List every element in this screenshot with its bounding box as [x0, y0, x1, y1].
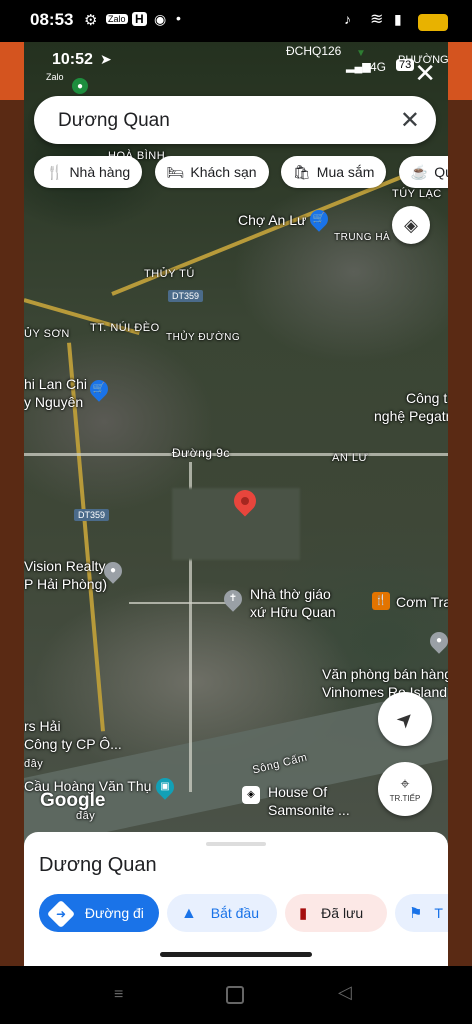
label-cong-ty[interactable]: Công t	[406, 390, 447, 406]
place-title: Dương Quan	[39, 854, 157, 876]
place-pin-icon[interactable]: ●	[100, 558, 126, 584]
shopping-pin-icon[interactable]: 🛒	[306, 206, 332, 232]
route-badge-dt359-south: DT359	[74, 509, 110, 521]
route-start-icon: ●	[72, 78, 88, 94]
search-bar[interactable]: Dương Quan ✕	[34, 96, 436, 144]
close-icon[interactable]: ✕	[414, 58, 436, 89]
back-icon[interactable]: ◁	[338, 982, 352, 1003]
label-cong-ty-cp[interactable]: Công ty CP Ô...	[24, 736, 122, 752]
restaurant-pin-icon[interactable]: 🍴	[372, 592, 390, 610]
wifi-icon: ≋	[370, 11, 384, 28]
inner-signal-icon: ▂▄▆	[346, 61, 371, 73]
road-duong-9c	[24, 453, 448, 456]
clear-search-icon[interactable]: ✕	[400, 106, 420, 135]
label-thuy-duong: THỦY ĐƯỜNG	[166, 332, 241, 343]
inner-status-time: 10:52	[52, 51, 93, 68]
live-view-label: TR.TIẾP	[389, 793, 421, 803]
flag-icon: ⚑	[409, 905, 423, 922]
road-n2	[129, 602, 239, 604]
signal-icon: ▮	[394, 11, 402, 27]
label-duong-9c: Đường 9c	[172, 446, 230, 460]
chip-cafe[interactable]: ☕Quán	[398, 156, 448, 188]
my-location-button[interactable]: ➤	[378, 692, 432, 746]
chip-hotels[interactable]: 🛏 Khách sạn	[154, 156, 269, 188]
gear-icon: ⚙	[84, 12, 98, 29]
layers-button[interactable]: ◈	[392, 206, 430, 244]
shopping-bag-icon: 🛍	[293, 164, 311, 180]
label-xu-huu-quan[interactable]: xứ Hữu Quan	[250, 604, 336, 620]
dot-icon: •	[176, 10, 181, 26]
fork-knife-icon: 🍴	[46, 164, 64, 180]
route-arrow-icon: ▼	[356, 48, 366, 59]
sheet-handle[interactable]	[206, 842, 266, 846]
directions-button[interactable]: ➜ Đường đi	[39, 894, 159, 932]
inner-gesture-bar	[160, 952, 312, 957]
label-nha-tho[interactable]: Nhà thờ giáo	[250, 586, 331, 602]
label-thuy-son: ỦY SƠN	[24, 328, 70, 340]
app-circle-icon: ◉	[154, 11, 167, 27]
status-time: 08:53	[30, 10, 74, 29]
store-pin-icon[interactable]: 🛒	[86, 376, 112, 402]
directions-icon: ➜	[46, 900, 76, 929]
more-action-button[interactable]: ⚑ T	[395, 894, 448, 932]
label-tt-nui-deo: TT. NÚI ĐÈO	[90, 322, 160, 334]
zalo-icon: Zalo	[106, 14, 128, 24]
label-rs-hai[interactable]: rs Hải	[24, 718, 61, 734]
navigation-arrow-icon: ➤	[391, 705, 420, 734]
battery-icon	[418, 14, 448, 31]
bookmark-icon: ▮	[299, 905, 308, 922]
label-trung-ha: TRUNG HÀ	[334, 232, 391, 243]
google-logo: Google	[40, 790, 106, 811]
camera-pin-icon[interactable]: ▣	[152, 774, 178, 800]
label-hi-lan-chi[interactable]: hi Lan Chi	[24, 376, 87, 392]
saved-button[interactable]: ▮ Đã lưu	[285, 894, 387, 932]
church-pin-icon[interactable]: ✝	[220, 586, 246, 612]
vibrate-icon: ♪	[344, 11, 351, 27]
label-samsonite[interactable]: Samsonite ...	[268, 802, 350, 818]
label-thuy-tu: THỦY TÚ	[144, 268, 195, 280]
app-h-icon: H	[132, 12, 147, 26]
inner-status-bar: 10:52 ➤ Zalo ● ĐCHQ126 ▼ PHƯỜNG ▂▄▆ 4G 7…	[24, 42, 448, 94]
left-edge	[0, 42, 24, 966]
label-house-of[interactable]: House Of	[268, 784, 327, 800]
right-edge	[448, 42, 472, 966]
label-day-1: đây	[24, 758, 44, 770]
location-arrow-icon: ➤	[100, 51, 112, 67]
label-vision-realty[interactable]: Vision Realty	[24, 558, 105, 574]
category-chips: 🍴Nhà hàng 🛏Khách sạn 🛍Mua sắm ☕Quán	[34, 156, 448, 190]
chip-restaurants[interactable]: 🍴 Nhà hàng	[34, 156, 143, 188]
label-com-tra[interactable]: Cơm Tra	[396, 594, 448, 610]
recent-apps-icon[interactable]: ≡	[114, 986, 123, 1004]
label-nghe-pegatr[interactable]: nghệ Pegatr	[374, 408, 448, 424]
maps-screenshot: HOÀ BÌNH TÚY LẠC Chợ An Lư 🛒 TRUNG HÀ TH…	[24, 42, 448, 966]
label-hai-phong[interactable]: P Hải Phòng)	[24, 576, 107, 592]
live-view-icon: ⌖	[400, 775, 410, 793]
coffee-icon: ☕	[410, 164, 429, 180]
search-input[interactable]: Dương Quan	[58, 110, 170, 132]
route-badge-dt359: DT359	[168, 290, 204, 302]
label-van-phong[interactable]: Văn phòng bán hàng	[322, 666, 448, 682]
network-label: 4G	[370, 60, 387, 74]
label-y-nguyen[interactable]: y Nguyên	[24, 394, 83, 410]
chip-shopping[interactable]: 🛍 Mua sắm	[281, 156, 387, 188]
office-pin-icon[interactable]: ●	[426, 628, 448, 654]
navigation-icon: ▲	[181, 905, 197, 922]
layers-icon: ◈	[404, 214, 418, 235]
live-view-button[interactable]: ⌖ TR.TIẾP	[378, 762, 432, 816]
shop-pin-icon[interactable]: ◈	[242, 786, 260, 804]
label-an-lu: AN LƯ	[332, 452, 369, 464]
inner-battery: 73	[396, 59, 415, 71]
start-button[interactable]: ▲ Bắt đầu	[167, 894, 277, 932]
device-status-bar: 08:53 ⚙ Zalo H ◉ • ♪ ≋ ▮	[0, 0, 472, 42]
route-label: ĐCHQ126	[286, 44, 342, 58]
device-navigation-bar: ≡ ◁	[0, 966, 472, 1024]
place-bottom-sheet[interactable]: Dương Quan ➜ Đường đi ▲ Bắt đầu ▮ Đã lưu…	[24, 832, 448, 966]
label-cho-an-lu[interactable]: Chợ An Lư	[238, 212, 306, 228]
label-vinhomes[interactable]: Vinhomes Ro Island	[322, 684, 447, 700]
bed-icon: 🛏	[166, 164, 185, 180]
home-icon[interactable]	[226, 986, 244, 1004]
zalo-label: Zalo	[46, 72, 64, 82]
